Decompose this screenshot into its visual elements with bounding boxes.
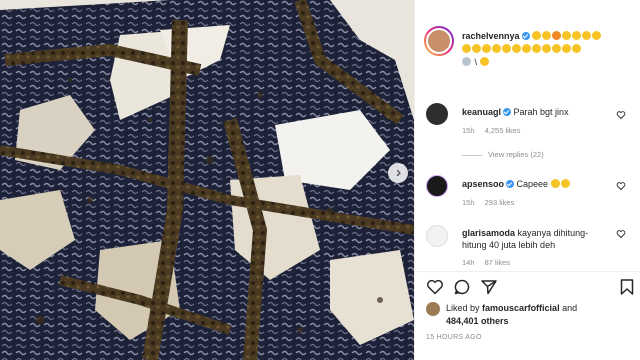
- comment-avatar-keanuagl[interactable]: [426, 103, 448, 125]
- caption-suffix: \: [474, 57, 480, 67]
- comment-username[interactable]: keanuagl: [462, 107, 501, 117]
- comment-body: Parah bgt jinx: [513, 107, 569, 117]
- likes-prefix: Liked by: [446, 303, 480, 313]
- liker-avatar[interactable]: [426, 302, 440, 316]
- likes-joiner: and: [562, 303, 578, 313]
- comment-avatar-apsensoo[interactable]: [426, 175, 448, 197]
- bookmark-icon[interactable]: [618, 278, 636, 296]
- view-replies-label: View replies (22): [488, 150, 544, 159]
- comment-time: 15h: [462, 198, 475, 207]
- post-timestamp[interactable]: 15 HOURS AGO: [426, 334, 482, 341]
- heart-icon[interactable]: [426, 278, 444, 296]
- actions-divider: [414, 271, 640, 272]
- share-icon[interactable]: [480, 278, 498, 296]
- comment-keanuagl: keanuagl Parah bgt jinx: [462, 106, 612, 118]
- liker-username[interactable]: famouscarfofficial: [482, 303, 560, 313]
- comment-username[interactable]: apsensoo: [462, 179, 504, 189]
- comment-likes[interactable]: 87 likes: [485, 258, 510, 267]
- comment-meta: 15h 293 likes: [462, 198, 514, 207]
- verified-badge-icon: [503, 108, 512, 116]
- comment-body: Capeee: [516, 179, 549, 189]
- carousel-next-button[interactable]: [388, 163, 408, 183]
- comment-time: 14h: [462, 258, 475, 267]
- post-photo: [0, 0, 414, 360]
- view-replies-link[interactable]: View replies (22): [462, 150, 544, 159]
- heart-icon[interactable]: [616, 181, 626, 191]
- chevron-right-icon: [396, 169, 401, 177]
- likes-summary: Liked by famouscarfofficial and 484,401 …: [446, 302, 577, 328]
- comment-meta: 15h 4,255 likes: [462, 126, 520, 135]
- heart-icon[interactable]: [616, 110, 626, 120]
- comment-username[interactable]: glarisamoda: [462, 228, 515, 238]
- comment-time: 15h: [462, 126, 475, 135]
- verified-badge-icon: [506, 180, 515, 188]
- heart-icon[interactable]: [616, 229, 626, 239]
- comment-likes[interactable]: 293 likes: [485, 198, 515, 207]
- burned-fabric-image: [0, 0, 414, 360]
- comment-glarisamoda: glarisamoda kayanya dihitung-hitung 40 j…: [462, 227, 612, 251]
- author-avatar[interactable]: [426, 28, 452, 54]
- verified-badge-icon: [521, 32, 530, 40]
- caption-emoji-row: [532, 31, 602, 41]
- author-username[interactable]: rachelvennya: [462, 31, 520, 41]
- post-caption: rachelvennya \: [462, 30, 632, 69]
- comment-apsensoo: apsensoo Capeee: [462, 178, 612, 190]
- comment-icon[interactable]: [453, 278, 471, 296]
- comment-avatar-glarisamoda[interactable]: [426, 225, 448, 247]
- comment-likes[interactable]: 4,255 likes: [485, 126, 521, 135]
- comment-meta: 14h 87 likes: [462, 258, 510, 267]
- likes-count[interactable]: 484,401 others: [446, 316, 509, 326]
- caption-emoji-row-2: [462, 44, 582, 54]
